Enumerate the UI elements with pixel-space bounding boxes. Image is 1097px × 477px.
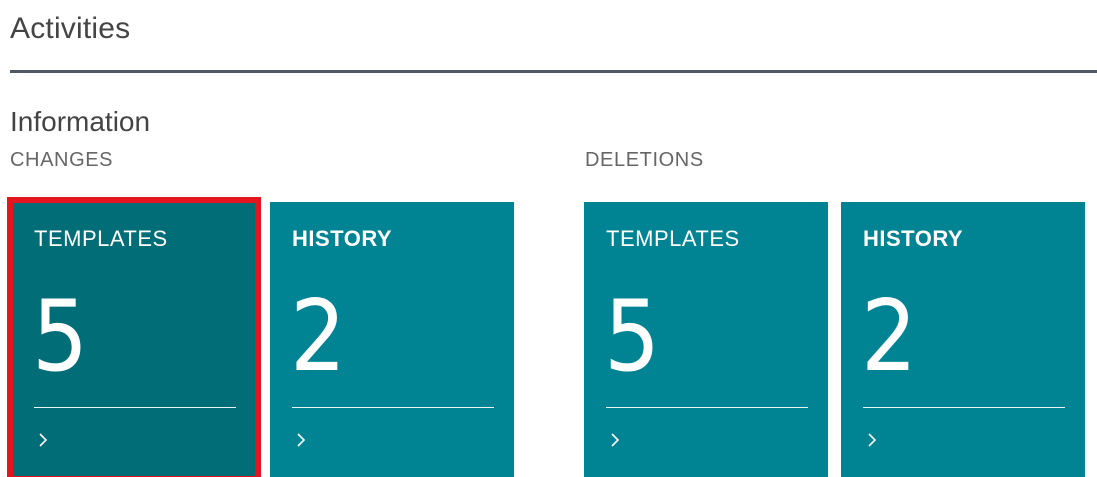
chevron-right-icon <box>868 433 877 447</box>
tile-label: HISTORY <box>292 226 393 251</box>
tile-deletions-history[interactable]: HISTORY 2 <box>841 202 1085 477</box>
group-label-deletions: DELETIONS <box>585 149 704 171</box>
tile-count: 5 <box>604 280 661 394</box>
tile-divider <box>292 407 494 408</box>
page-title: Activities <box>10 12 131 45</box>
tile-deletions-templates[interactable]: TEMPLATES 5 <box>584 202 828 477</box>
title-divider <box>10 70 1097 73</box>
tile-divider <box>606 407 808 408</box>
tile-count: 5 <box>32 280 89 394</box>
tile-label: HISTORY <box>863 226 964 251</box>
tile-label: TEMPLATES <box>34 226 168 251</box>
group-label-changes: CHANGES <box>10 149 114 171</box>
tile-divider <box>34 407 236 408</box>
section-title: Information <box>10 106 151 137</box>
tile-label: TEMPLATES <box>606 226 740 251</box>
tile-divider <box>863 407 1065 408</box>
chevron-right-icon <box>39 433 48 447</box>
tile-changes-history[interactable]: HISTORY 2 <box>270 202 514 477</box>
tile-count: 2 <box>290 280 347 394</box>
chevron-right-icon <box>611 433 620 447</box>
chevron-right-icon <box>297 433 306 447</box>
tile-count: 2 <box>861 280 918 394</box>
tile-changes-templates[interactable]: TEMPLATES 5 <box>7 197 261 477</box>
